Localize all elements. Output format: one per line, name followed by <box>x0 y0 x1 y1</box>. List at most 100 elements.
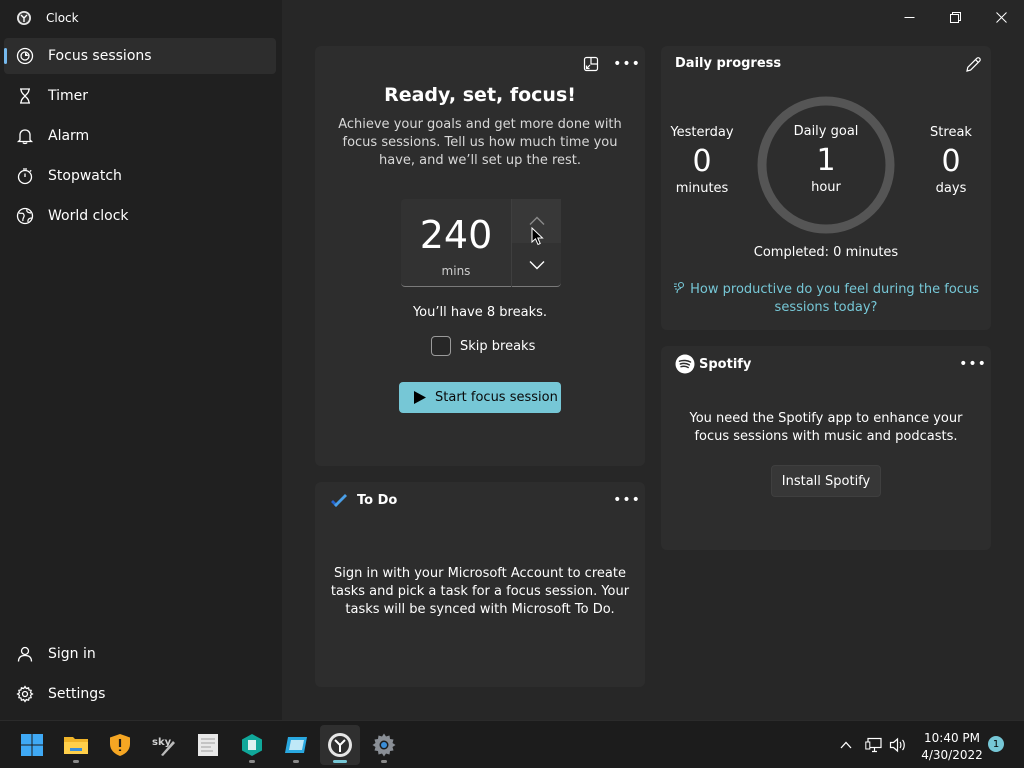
person-icon <box>17 646 33 662</box>
checkmark-icon <box>331 494 347 507</box>
nav-item-label: Alarm <box>48 128 90 144</box>
daily-goal-label: Daily goal <box>793 124 859 139</box>
running-indicator <box>293 760 299 763</box>
minimize-button[interactable] <box>886 0 932 34</box>
nav-item-label: Settings <box>48 686 106 702</box>
todo-title: To Do <box>357 493 398 508</box>
taskbar-security-app[interactable] <box>100 725 140 765</box>
productivity-feedback-link[interactable]: How productive do you feel during the fo… <box>671 281 981 317</box>
running-indicator <box>249 760 255 763</box>
completed-minutes: Completed: 0 minutes <box>753 245 899 260</box>
clock-app-icon <box>17 11 31 25</box>
start-button[interactable] <box>12 725 52 765</box>
spotify-card: Spotify ••• You need the Spotify app to … <box>661 346 991 550</box>
nav-item-label: World clock <box>48 208 129 224</box>
nav-item-focus-sessions[interactable]: Focus sessions <box>4 38 276 74</box>
volume-button[interactable] <box>887 721 909 768</box>
spotify-logo: Spotify <box>675 354 751 374</box>
nav-item-alarm[interactable]: Alarm <box>4 118 276 154</box>
todo-card: To Do ••• Sign in with your Microsoft Ac… <box>315 482 645 687</box>
focus-more-button[interactable]: ••• <box>613 52 641 76</box>
device-icon <box>285 737 307 753</box>
taskbar-green-app[interactable] <box>232 725 272 765</box>
notification-badge[interactable]: 1 <box>988 736 1004 752</box>
feedback-icon <box>674 281 685 294</box>
maximize-button[interactable] <box>932 0 978 34</box>
install-spotify-button[interactable]: Install Spotify <box>771 465 881 497</box>
windows-logo-icon <box>21 734 43 756</box>
clock-app-icon <box>328 733 352 757</box>
nav-item-stopwatch[interactable]: Stopwatch <box>4 158 276 194</box>
edit-goal-button[interactable] <box>961 52 985 76</box>
pencil-icon <box>965 56 981 72</box>
nav-item-settings[interactable]: Settings <box>4 676 276 712</box>
minutes-unit: mins <box>441 264 471 278</box>
nav-item-timer[interactable]: Timer <box>4 78 276 114</box>
mini-mode-icon <box>583 56 599 72</box>
taskbar-file-explorer[interactable] <box>56 725 96 765</box>
yesterday-unit: minutes <box>675 181 729 196</box>
nav-item-world-clock[interactable]: World clock <box>4 198 276 234</box>
taskbar: sky 10:40 PM 4/30/2022 1 <box>0 720 1024 768</box>
skip-breaks-label: Skip breaks <box>460 338 536 354</box>
mini-mode-button[interactable] <box>579 52 603 76</box>
restore-icon <box>949 11 961 23</box>
speaker-icon <box>889 737 905 753</box>
productivity-feedback-text[interactable]: How productive do you feel during the fo… <box>690 282 979 315</box>
window-controls <box>886 0 1024 34</box>
folder-icon <box>64 737 88 754</box>
gear-icon <box>372 733 396 757</box>
taskbar-clock-app[interactable] <box>320 725 360 765</box>
more-icon: ••• <box>613 56 641 72</box>
nav-item-sign-in[interactable]: Sign in <box>4 636 276 672</box>
start-focus-label: Start focus session <box>435 390 558 405</box>
close-button[interactable] <box>978 0 1024 34</box>
clock-app-window: Clock Focus sessions Timer Alarm Stopwat… <box>0 0 1024 720</box>
streak-unit: days <box>935 181 967 196</box>
breaks-info: You’ll have 8 breaks. <box>412 305 548 320</box>
taskbar-time[interactable]: 10:40 PM <box>920 731 984 745</box>
network-status-button[interactable] <box>862 721 884 768</box>
more-icon: ••• <box>959 356 987 372</box>
start-focus-session-button[interactable]: Start focus session <box>399 382 561 413</box>
hexagon-app-icon <box>242 734 262 756</box>
yesterday-stat: Yesterday 0 minutes <box>665 125 739 196</box>
play-icon <box>414 391 426 404</box>
focus-session-card: ••• Ready, set, focus! Achieve your goal… <box>315 46 645 466</box>
sky-app-icon: sky <box>152 737 175 756</box>
chevron-up-icon <box>529 216 544 225</box>
spotify-name: Spotify <box>699 356 752 372</box>
focus-title: Ready, set, focus! <box>384 84 576 106</box>
decrease-minutes-button[interactable] <box>512 243 561 287</box>
spotify-more-button[interactable]: ••• <box>959 352 987 376</box>
running-indicator <box>73 760 79 763</box>
chevron-down-icon <box>529 261 544 270</box>
skip-breaks-option[interactable]: Skip breaks <box>431 336 535 356</box>
chevron-up-icon <box>840 741 852 749</box>
title-bar: Clock <box>0 0 282 36</box>
spotify-icon <box>675 354 695 374</box>
taskbar-device-app[interactable] <box>276 725 316 765</box>
taskbar-date[interactable]: 4/30/2022 <box>920 748 984 762</box>
nav-item-label: Focus sessions <box>48 48 152 64</box>
running-indicator <box>381 760 387 763</box>
yesterday-label: Yesterday <box>670 125 734 140</box>
taskbar-settings-app[interactable] <box>364 725 404 765</box>
todo-sign-in-message: Sign in with your Microsoft Account to c… <box>330 566 630 617</box>
nav-item-label: Timer <box>48 88 89 104</box>
nav-bottom: Sign in Settings <box>4 636 276 716</box>
skip-breaks-checkbox[interactable] <box>431 336 451 356</box>
spotify-message: You need the Spotify app to enhance your… <box>689 411 963 444</box>
progress-title: Daily progress <box>675 56 782 71</box>
minutes-value[interactable]: 240 <box>401 213 511 257</box>
daily-progress-card: Daily progress Yesterday 0 minutes Daily… <box>661 46 991 330</box>
streak-stat: Streak 0 days <box>917 125 985 196</box>
todo-more-button[interactable]: ••• <box>613 488 640 512</box>
daily-goal-value: 1 <box>816 143 836 178</box>
show-hidden-icons-button[interactable] <box>834 721 858 768</box>
shield-icon <box>110 734 130 756</box>
taskbar-document-app[interactable] <box>188 725 228 765</box>
bell-icon <box>16 129 34 145</box>
taskbar-sky-app[interactable]: sky <box>144 725 184 765</box>
yesterday-value: 0 <box>692 144 712 179</box>
